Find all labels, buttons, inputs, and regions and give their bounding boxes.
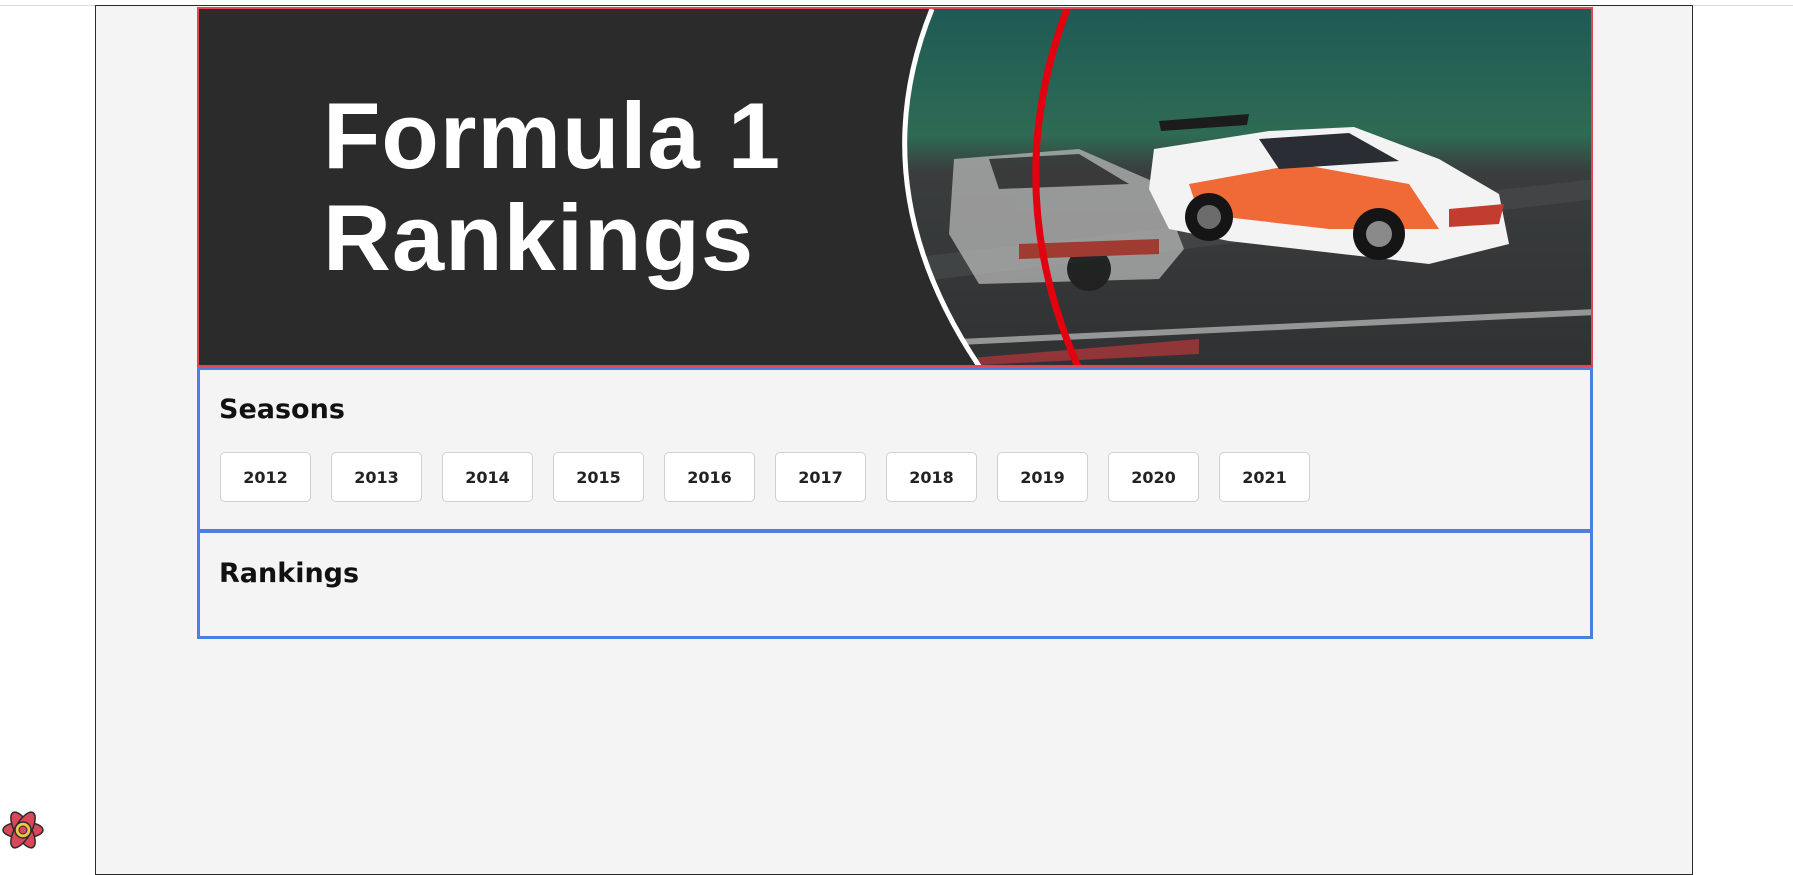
react-devtools-icon[interactable] [0, 807, 46, 853]
banner-title: Formula 1 Rankings [323, 85, 781, 289]
season-button-2021[interactable]: 2021 [1219, 452, 1310, 502]
seasons-heading: Seasons [219, 394, 345, 425]
season-button-2016[interactable]: 2016 [664, 452, 755, 502]
season-button-2012[interactable]: 2012 [220, 452, 311, 502]
season-button-2019[interactable]: 2019 [997, 452, 1088, 502]
rankings-section: Rankings [197, 533, 1593, 639]
season-button-2020[interactable]: 2020 [1108, 452, 1199, 502]
season-button-2017[interactable]: 2017 [775, 452, 866, 502]
season-button-2015[interactable]: 2015 [553, 452, 644, 502]
rankings-heading: Rankings [219, 558, 360, 589]
hero-banner: Formula 1 Rankings [197, 7, 1593, 367]
banner-title-line-1: Formula 1 [323, 83, 782, 188]
season-button-list: 2012 2013 2014 2015 2016 2017 2018 2019 … [220, 452, 1310, 502]
season-button-2018[interactable]: 2018 [886, 452, 977, 502]
seasons-section: Seasons 2012 2013 2014 2015 2016 2017 20… [197, 367, 1593, 533]
season-button-2013[interactable]: 2013 [331, 452, 422, 502]
banner-title-line-2: Rankings [323, 185, 755, 290]
season-button-2014[interactable]: 2014 [442, 452, 533, 502]
